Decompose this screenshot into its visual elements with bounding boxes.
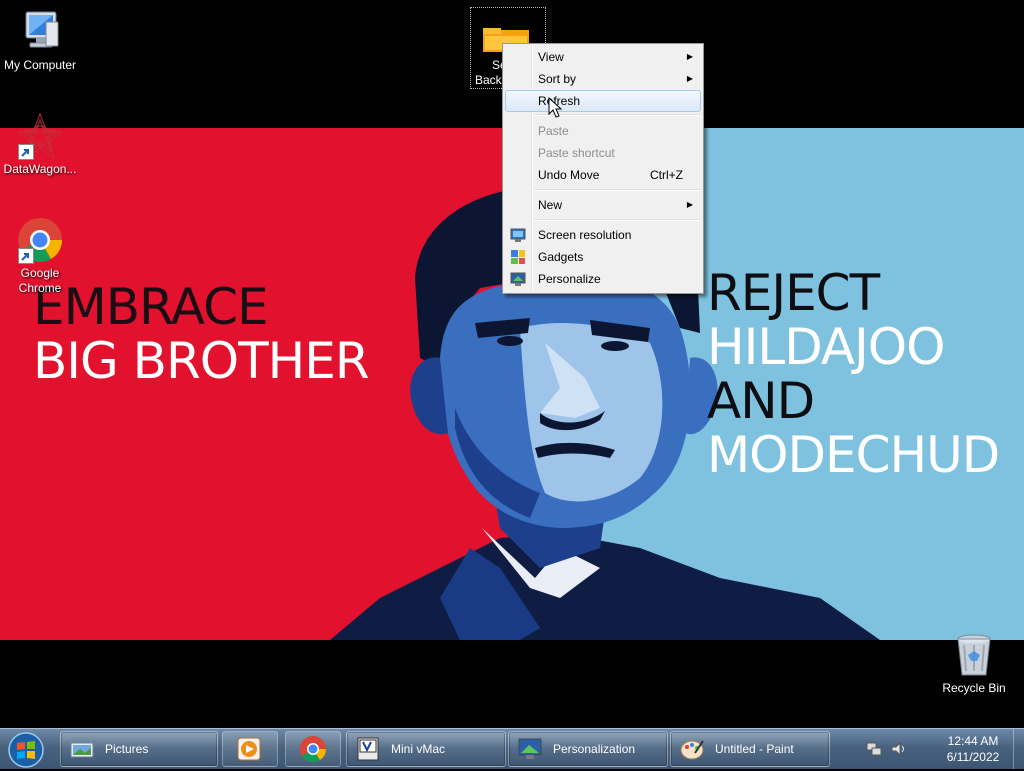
desktop-icon-label: My Computer <box>3 58 77 72</box>
recycle-bin-icon <box>950 631 998 679</box>
clock-time: 12:44 AM <box>947 734 999 748</box>
menu-item-personalize[interactable]: Personalize <box>505 268 701 290</box>
show-desktop-button[interactable] <box>1013 729 1024 769</box>
menu-separator <box>534 219 701 221</box>
menu-item-paste[interactable]: Paste <box>505 120 701 142</box>
menu-item-view[interactable]: View ▶ <box>505 46 701 68</box>
menu-item-label: View <box>538 50 564 64</box>
personalization-icon <box>518 738 542 759</box>
menu-item-label: Paste <box>538 124 569 138</box>
taskbar-button-label: Pictures <box>105 742 149 756</box>
menu-item-undo-move[interactable]: Undo Move Ctrl+Z <box>505 164 701 186</box>
wallpaper-right-line3: AND <box>707 372 815 430</box>
clock-date: 6/11/2022 <box>946 750 1000 764</box>
menu-item-new[interactable]: New ▶ <box>505 194 701 216</box>
screen-resolution-icon <box>510 228 526 242</box>
wallpaper-right-line4: MODECHUD <box>707 426 1000 484</box>
taskbar-button-paint[interactable]: Untitled - Paint <box>670 731 830 767</box>
taskbar-button-label: Untitled - Paint <box>715 742 794 756</box>
menu-item-label: Gadgets <box>538 250 584 264</box>
menu-separator <box>534 189 701 191</box>
mini-vmac-icon <box>357 737 379 761</box>
network-icon[interactable] <box>866 741 882 757</box>
wallpaper-right-line1: REJECT <box>707 264 880 322</box>
menu-item-label: Sort by <box>538 72 577 86</box>
taskbar-clock[interactable]: 12:44 AM 6/11/2022 <box>925 733 1021 765</box>
menu-item-label: Screen resolution <box>538 228 632 242</box>
wallpaper-left-line1: EMBRACE <box>33 278 269 336</box>
submenu-arrow-icon: ▶ <box>686 200 693 209</box>
desktop-context-menu: View ▶ Sort by ▶ Refresh Paste Paste sho… <box>502 43 704 294</box>
submenu-arrow-icon: ▶ <box>686 74 693 83</box>
menu-item-paste-shortcut[interactable]: Paste shortcut <box>505 142 701 164</box>
taskbar-pin-media-player[interactable] <box>222 731 278 767</box>
taskbar-button-label: Mini vMac <box>391 742 446 756</box>
wallpaper-slogan-right: REJECT HILDAJOO AND MODECHUD <box>707 264 1000 484</box>
desktop-icon-google-chrome[interactable]: Google Chrome <box>0 216 80 296</box>
menu-item-sort-by[interactable]: Sort by ▶ <box>505 68 701 90</box>
paint-icon <box>680 740 704 760</box>
menu-item-refresh[interactable]: Refresh <box>505 90 701 112</box>
menu-item-label: New <box>538 198 563 212</box>
datawagon-icon <box>16 112 64 160</box>
media-player-icon <box>237 737 261 761</box>
taskbar-pin-chrome[interactable] <box>285 731 341 767</box>
shortcut-arrow-icon <box>18 248 34 264</box>
taskbar: Pictures Mini vMac Personalization Untit… <box>0 728 1024 769</box>
taskbar-button-personalization[interactable]: Personalization <box>508 731 668 767</box>
wallpaper-right-line2: HILDAJOO <box>707 318 945 376</box>
taskbar-button-label: Personalization <box>553 742 636 756</box>
shortcut-arrow-icon <box>18 144 34 160</box>
desktop-icon-recycle-bin[interactable]: Recycle Bin <box>934 631 1014 696</box>
desktop-icon-my-computer[interactable]: My Computer <box>0 8 80 73</box>
taskbar-button-mini-vmac[interactable]: Mini vMac <box>346 731 506 767</box>
taskbar-button-pictures[interactable]: Pictures <box>60 731 218 767</box>
mouse-cursor-icon <box>548 97 562 118</box>
menu-item-gadgets[interactable]: Gadgets <box>505 246 701 268</box>
pictures-library-icon <box>70 742 94 758</box>
desktop-icon-label-line1: Google <box>20 266 60 280</box>
windows-logo-icon <box>8 732 44 768</box>
submenu-arrow-icon: ▶ <box>686 52 693 61</box>
volume-icon[interactable] <box>890 741 906 757</box>
chrome-icon <box>16 216 64 264</box>
menu-item-label: Personalize <box>538 272 601 286</box>
menu-item-shortcut: Ctrl+Z <box>650 168 683 182</box>
desktop-icon-label: Recycle Bin <box>942 681 1006 695</box>
wallpaper-left-line2: BIG BROTHER <box>33 332 370 390</box>
menu-item-label: Paste shortcut <box>538 146 615 160</box>
start-button[interactable] <box>4 730 52 768</box>
desktop-icon-label: DataWagon... <box>3 162 77 176</box>
personalize-icon <box>510 272 526 286</box>
gadgets-icon <box>511 250 525 264</box>
menu-item-label: Undo Move <box>538 168 600 182</box>
computer-icon <box>16 8 64 56</box>
desktop-icon-label-line2: Chrome <box>18 281 62 295</box>
wallpaper-slogan-left: EMBRACE BIG BROTHER <box>33 278 370 390</box>
desktop-icon-datawagon[interactable]: DataWagon... <box>0 112 80 177</box>
menu-item-screen-resolution[interactable]: Screen resolution <box>505 224 701 246</box>
chrome-icon <box>300 736 327 763</box>
